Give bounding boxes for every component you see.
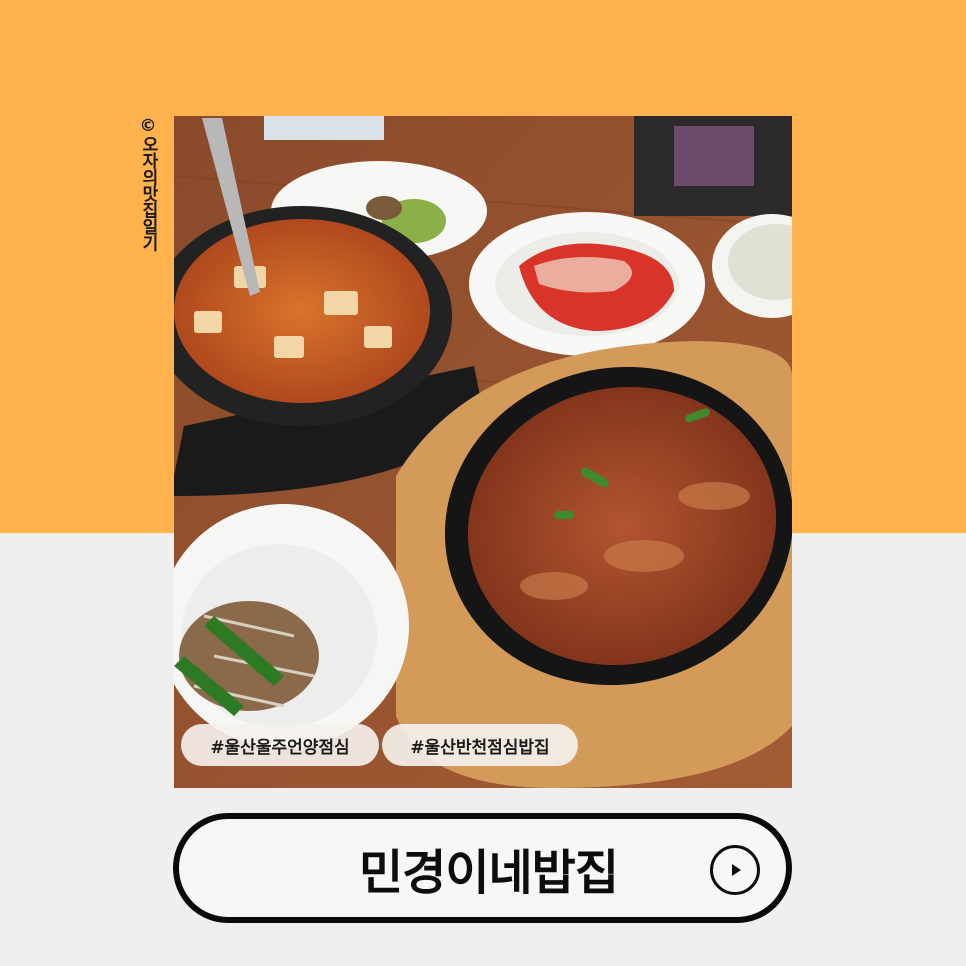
play-icon — [732, 864, 741, 876]
restaurant-title-pill[interactable]: 민경이네밥집 — [173, 813, 792, 923]
copyright-credit: ©오자의맛집일기 — [138, 116, 158, 251]
restaurant-title: 민경이네밥집 — [359, 845, 619, 901]
hashtag-pill-1[interactable]: #울산울주언양점심 — [181, 724, 379, 766]
hashtag-pill-2[interactable]: #울산반천점심밥집 — [382, 724, 578, 766]
food-photo — [174, 116, 792, 788]
play-button[interactable] — [710, 845, 760, 895]
